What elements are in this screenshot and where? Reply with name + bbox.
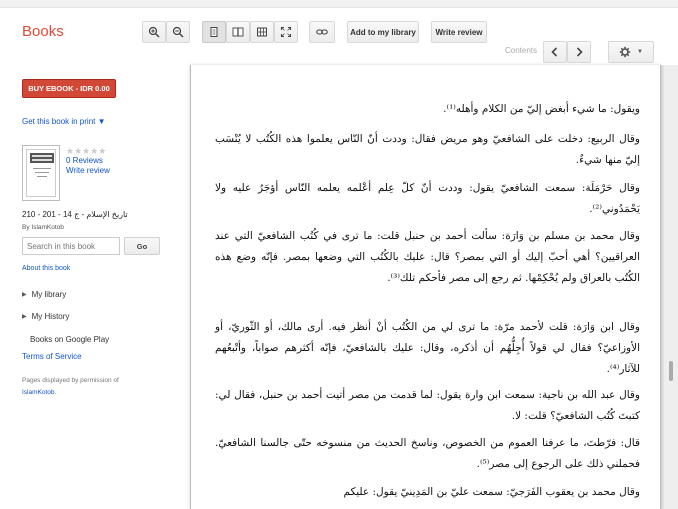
write-review-button[interactable]: Write review [431, 21, 487, 43]
zoom-in-button[interactable] [142, 21, 166, 43]
link-icon [316, 29, 328, 35]
books-logo[interactable]: Books [22, 23, 64, 40]
reviews-count-link[interactable]: 0 Reviews [66, 156, 103, 165]
gear-icon [619, 46, 631, 58]
scrollbar-thumb[interactable] [669, 361, 673, 381]
my-library-label: My library [31, 290, 67, 299]
caret-down-icon: ▼ [637, 49, 643, 55]
my-library-menu-item[interactable]: ▶ My library [22, 290, 66, 299]
book-page: ويقول: ما شيء أبغض إليّ من الكلام وأهله⁽… [190, 65, 661, 509]
add-to-library-button[interactable]: Add to my library [347, 21, 419, 43]
permission-text: Pages displayed by permission of [22, 377, 119, 384]
vertical-scrollbar[interactable] [664, 65, 678, 509]
sidebar: BUY EBOOK - IDR 0.00 Get this book in pr… [0, 65, 190, 509]
page-paragraph-7: قال: فرّطتَ، ما عرفنا العموم من الخصوص، … [215, 437, 640, 470]
page-paragraph-6: وقال عبد الله بن ناجية: سمعت ابن وارة يق… [215, 389, 640, 422]
header: Books Add to my library Write review Con… [0, 8, 678, 65]
buy-ebook-button[interactable]: BUY EBOOK - IDR 0.00 [22, 79, 116, 98]
book-viewer: ويقول: ما شيء أبغض إليّ من الكلام وأهله⁽… [190, 65, 678, 509]
page-paragraph-4: وقال محمد بن مسلم بن وَارَة: سألت أحمد ب… [215, 230, 640, 284]
previous-page-button[interactable] [543, 41, 567, 63]
fullscreen-button[interactable] [274, 21, 298, 43]
link-button[interactable] [309, 21, 335, 43]
zoom-out-icon [172, 26, 184, 38]
page-paragraph-5: وقال ابن وَارَة: قلت لأحمد مرّة: ما ترى … [215, 321, 640, 375]
publisher-line: IslamKotob. [22, 389, 56, 396]
book-title: تاريخ الإسلام - ج 14 - 201 - 210 [22, 210, 128, 219]
single-page-view-button[interactable] [202, 21, 226, 43]
terms-of-service-link[interactable]: Terms of Service [22, 352, 82, 361]
page-paragraph-3: وقال حَرْمَلَة: سمعت الشافعيّ يقول: وددت… [215, 182, 640, 215]
settings-button[interactable]: ▼ [608, 41, 654, 63]
chevron-right-icon [576, 47, 583, 57]
fullscreen-icon [280, 26, 292, 38]
top-bar [0, 0, 678, 8]
single-page-icon [210, 27, 218, 37]
publisher-link[interactable]: IslamKotob [22, 389, 55, 396]
contents-label: Contents [505, 46, 538, 55]
get-in-print-link[interactable]: Get this book in print ▼ [22, 117, 106, 126]
publisher-suffix: . [54, 389, 57, 396]
about-book-link[interactable]: About this book [22, 265, 70, 272]
two-page-icon [232, 27, 244, 37]
search-in-book-input[interactable] [22, 237, 120, 255]
page-paragraph-2: وقال الربيع: دخلت على الشافعيّ وهو مريض … [215, 133, 640, 166]
books-on-google-play-link[interactable]: Books on Google Play [30, 335, 109, 344]
book-cover[interactable] [22, 145, 60, 201]
write-review-link[interactable]: Write review [66, 166, 110, 175]
cover-art [30, 153, 54, 177]
page-paragraph-8: وقال محمد بن يعقوب الفَرَجيّ: سمعت عليّ … [343, 486, 640, 498]
triangle-right-icon: ▶ [22, 314, 27, 320]
book-author: By IslamKotob [22, 224, 64, 231]
search-go-button[interactable]: Go [124, 237, 160, 255]
triangle-right-icon: ▶ [22, 292, 27, 298]
my-history-menu-item[interactable]: ▶ My History [22, 312, 69, 321]
next-page-button[interactable] [567, 41, 591, 63]
chevron-left-icon [551, 47, 558, 57]
zoom-in-icon [148, 26, 160, 38]
my-history-label: My History [31, 312, 70, 321]
thumbnail-view-button[interactable] [250, 21, 274, 43]
zoom-out-button[interactable] [166, 21, 190, 43]
page-paragraph-1: ويقول: ما شيء أبغض إليّ من الكلام وأهله⁽… [443, 103, 640, 115]
grid-icon [257, 27, 267, 37]
two-page-view-button[interactable] [226, 21, 250, 43]
